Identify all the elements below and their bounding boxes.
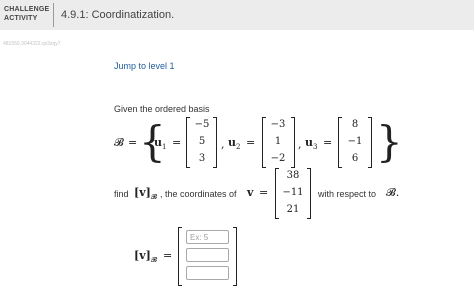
answer-input-3[interactable] [186,266,229,280]
vector-u3-label: u3 [305,137,317,153]
matrix-left-bracket [186,117,190,168]
coord-notation: [v] [134,186,151,199]
matrix-cell: 6 [351,153,359,164]
activity-header: CHALLENGE ACTIVITY 4.9.1: Coordinatizati… [0,0,474,30]
equals-sign: = [323,136,333,149]
jump-to-level-link[interactable]: Jump to level 1 [114,61,175,71]
problem-intro: Given the ordered basis [114,104,210,114]
matrix-cell: −11 [282,187,304,198]
matrix-right-bracket [291,117,295,168]
vector-v-label: v [247,186,254,199]
equals-sign: = [163,249,173,262]
challenge-activity-label: CHALLENGE ACTIVITY [4,5,49,23]
matrix-right-bracket [213,117,217,168]
matrix-cell: −1 [347,136,363,147]
equals-sign: = [259,186,269,199]
vector-u3-name: u [305,136,313,149]
answer-input-2[interactable] [186,248,229,262]
vector-u1-label: u1 [154,137,166,153]
header-divider [53,3,54,27]
activity-title: 4.9.1: Coordinatization. [61,9,175,21]
matrix-cell: 8 [351,119,359,130]
matrix-left-bracket [262,117,266,168]
basis-symbol: 𝓑 [114,136,124,149]
matrix-cell: −2 [270,153,286,164]
answer-coord-notation: [v] [134,249,151,262]
matrix-cell: 5 [198,136,206,147]
matrix-right-bracket [307,168,311,219]
vector-u1-subscript: 1 [162,143,167,152]
activity-id: 481550.3044322.qx3zqy7 [3,41,61,47]
matrix-cell: 38 [286,170,300,181]
matrix-cell: −3 [270,119,286,130]
answer-notation: [v]𝓑 [134,250,157,266]
answer-coord-subscript: 𝓑 [150,256,157,265]
coord-subscript: 𝓑 [150,193,157,202]
equals-sign: = [172,136,182,149]
matrix-cell: 3 [198,153,206,164]
comma-separator: , [221,138,225,151]
vector-u3-subscript: 3 [313,143,318,152]
equals-sign: = [128,136,138,149]
vector-u2-label: u2 [228,137,240,153]
activity-label: ACTIVITY [4,15,38,22]
answer-input-1[interactable] [186,230,229,244]
answer-left-bracket [178,227,182,286]
equals-sign: = [246,136,256,149]
right-brace: } [376,117,403,166]
answer-right-bracket [233,227,237,286]
vector-u1-name: u [154,136,162,149]
find-text: find [114,189,129,199]
comma-separator: , [298,138,302,151]
vector-u2-subscript: 2 [236,143,241,152]
coordinates-text: , the coordinates of [160,189,237,199]
basis-end-symbol: 𝓑. [386,186,400,199]
vector-u2-name: u [228,136,236,149]
matrix-left-bracket [275,168,279,219]
coordinate-vector-notation: [v]𝓑 [134,187,157,203]
challenge-label: CHALLENGE [4,6,50,13]
matrix-cell: −5 [194,119,210,130]
matrix-right-bracket [368,117,372,168]
with-respect-text: with respect to [318,189,377,199]
matrix-cell: 1 [274,136,282,147]
matrix-left-bracket [338,117,342,168]
matrix-cell: 21 [286,204,300,215]
